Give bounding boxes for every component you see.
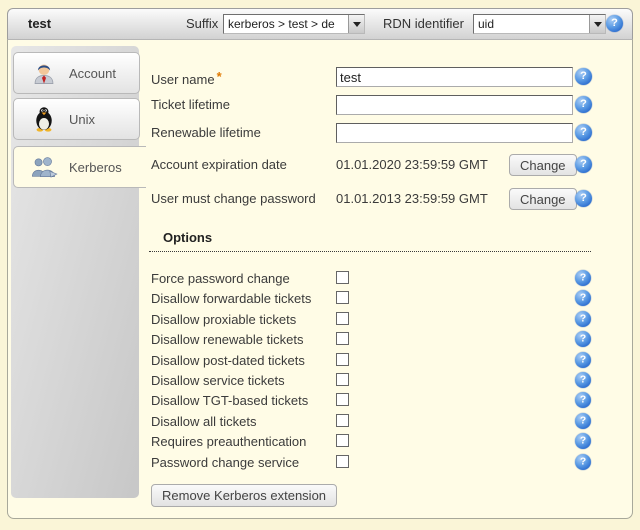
option-row-password-change-service: Password change service ? xyxy=(8,453,634,473)
help-icon[interactable]: ? xyxy=(575,290,591,306)
help-icon[interactable]: ? xyxy=(575,156,592,173)
lam-user-edit-page: test Suffix kerberos > test > de RDN ide… xyxy=(0,0,640,530)
help-icon[interactable]: ? xyxy=(575,352,591,368)
help-icon[interactable]: ? xyxy=(575,372,591,388)
option-row-disallow-proxiable: Disallow proxiable tickets ? xyxy=(8,310,634,330)
user-name-row: User name* ? xyxy=(8,67,634,87)
option-label: Password change service xyxy=(151,453,299,473)
help-icon[interactable]: ? xyxy=(575,124,592,141)
must-change-password-value: 01.01.2013 23:59:59 GMT xyxy=(336,188,488,210)
disallow-postdated-checkbox[interactable] xyxy=(336,353,349,366)
option-label: Disallow all tickets xyxy=(151,412,256,432)
help-icon[interactable]: ? xyxy=(575,331,591,347)
option-label: Disallow forwardable tickets xyxy=(151,289,311,309)
option-label: Requires preauthentication xyxy=(151,432,306,452)
must-change-password-row: User must change password 01.01.2013 23:… xyxy=(8,188,634,210)
password-change-service-checkbox[interactable] xyxy=(336,455,349,468)
option-row-disallow-renewable: Disallow renewable tickets ? xyxy=(8,330,634,350)
suffix-select-value: kerberos > test > de xyxy=(224,17,348,31)
suffix-label: Suffix xyxy=(186,9,218,39)
disallow-proxiable-checkbox[interactable] xyxy=(336,312,349,325)
ticket-lifetime-input[interactable] xyxy=(336,95,573,115)
rdn-select-value: uid xyxy=(474,17,589,31)
rdn-identifier-select[interactable]: uid xyxy=(473,14,606,34)
required-marker: * xyxy=(217,69,222,84)
disallow-forwardable-checkbox[interactable] xyxy=(336,291,349,304)
help-icon[interactable]: ? xyxy=(575,96,592,113)
kerberos-users-icon xyxy=(30,153,58,181)
help-icon[interactable]: ? xyxy=(575,270,591,286)
account-expiration-label: Account expiration date xyxy=(151,154,287,176)
option-label: Disallow proxiable tickets xyxy=(151,310,296,330)
ticket-lifetime-row: Ticket lifetime ? xyxy=(8,95,634,115)
option-row-disallow-forwardable: Disallow forwardable tickets ? xyxy=(8,289,634,309)
force-password-change-checkbox[interactable] xyxy=(336,271,349,284)
dropdown-arrow-icon[interactable] xyxy=(589,15,605,33)
account-expiration-value: 01.01.2020 23:59:59 GMT xyxy=(336,154,488,176)
must-change-password-label: User must change password xyxy=(151,188,316,210)
account-title: test xyxy=(28,9,51,39)
remove-kerberos-extension-button[interactable]: Remove Kerberos extension xyxy=(151,484,337,507)
option-row-force-password-change: Force password change ? xyxy=(8,269,634,289)
user-name-label: User name* xyxy=(151,67,222,90)
option-label: Force password change xyxy=(151,269,290,289)
help-icon[interactable]: ? xyxy=(575,190,592,207)
help-icon[interactable]: ? xyxy=(575,454,591,470)
disallow-tgt-based-checkbox[interactable] xyxy=(336,393,349,406)
help-icon[interactable]: ? xyxy=(606,15,623,32)
help-icon[interactable]: ? xyxy=(575,311,591,327)
change-password-date-button[interactable]: Change xyxy=(509,188,577,210)
option-label: Disallow service tickets xyxy=(151,371,285,391)
option-label: Disallow post-dated tickets xyxy=(151,351,305,371)
renewable-lifetime-label: Renewable lifetime xyxy=(151,123,261,143)
requires-preauthentication-checkbox[interactable] xyxy=(336,434,349,447)
tab-kerberos[interactable]: Kerberos xyxy=(13,146,146,188)
tab-kerberos-label: Kerberos xyxy=(69,160,122,175)
option-row-disallow-service: Disallow service tickets ? xyxy=(8,371,634,391)
renewable-lifetime-input[interactable] xyxy=(336,123,573,143)
disallow-renewable-checkbox[interactable] xyxy=(336,332,349,345)
option-row-requires-preauthentication: Requires preauthentication ? xyxy=(8,432,634,452)
dropdown-arrow-icon[interactable] xyxy=(348,15,364,33)
option-label: Disallow renewable tickets xyxy=(151,330,303,350)
renewable-lifetime-row: Renewable lifetime ? xyxy=(8,123,634,143)
disallow-all-tickets-checkbox[interactable] xyxy=(336,414,349,427)
help-icon[interactable]: ? xyxy=(575,433,591,449)
options-section-heading: Options xyxy=(149,230,591,252)
option-row-disallow-all-tickets: Disallow all tickets ? xyxy=(8,412,634,432)
rdn-identifier-label: RDN identifier xyxy=(383,9,464,39)
content-panel: Account Unix xyxy=(7,39,633,519)
window-header: test Suffix kerberos > test > de RDN ide… xyxy=(7,8,633,39)
option-row-disallow-tgt-based: Disallow TGT-based tickets ? xyxy=(8,391,634,411)
help-icon[interactable]: ? xyxy=(575,392,591,408)
ticket-lifetime-label: Ticket lifetime xyxy=(151,95,230,115)
option-row-disallow-postdated: Disallow post-dated tickets ? xyxy=(8,351,634,371)
user-name-input[interactable] xyxy=(336,67,573,87)
option-label: Disallow TGT-based tickets xyxy=(151,391,308,411)
disallow-service-checkbox[interactable] xyxy=(336,373,349,386)
help-icon[interactable]: ? xyxy=(575,68,592,85)
change-expiration-button[interactable]: Change xyxy=(509,154,577,176)
suffix-select[interactable]: kerberos > test > de xyxy=(223,14,365,34)
options-heading-label: Options xyxy=(163,230,212,245)
help-icon[interactable]: ? xyxy=(575,413,591,429)
